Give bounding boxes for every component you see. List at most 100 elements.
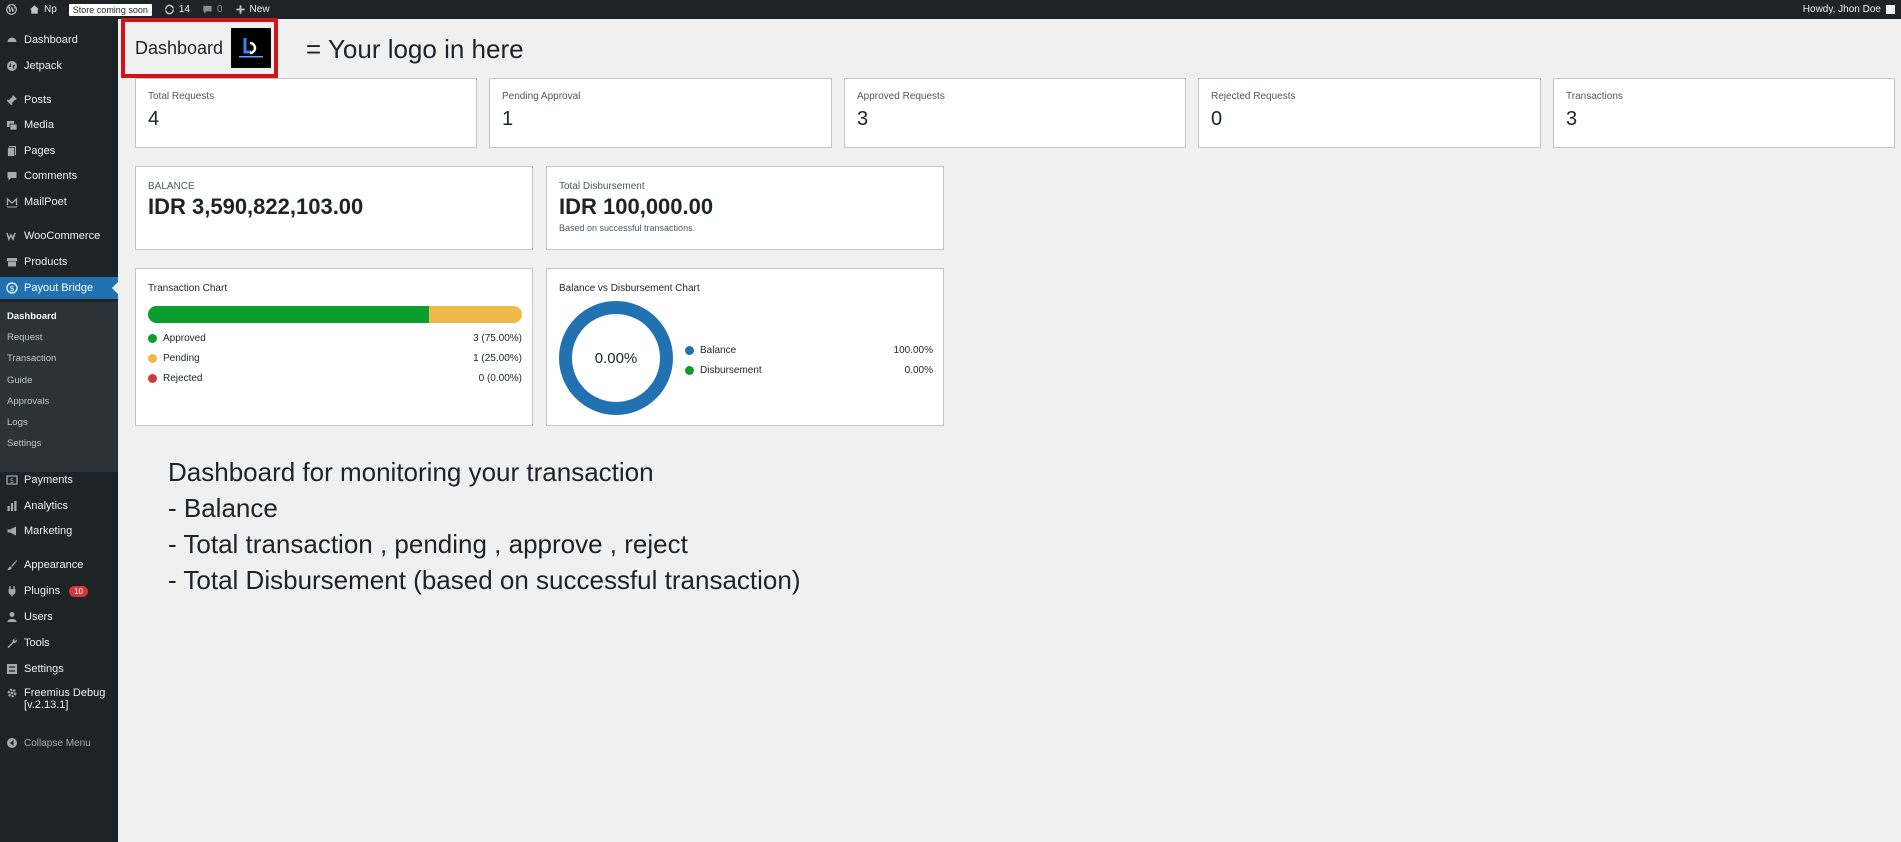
disbursement-label: Total Disbursement	[559, 181, 645, 192]
howdy-text: Howdy, Jhon Doe	[1802, 4, 1881, 15]
balance-card: BALANCE IDR 3,590,822,103.00	[135, 166, 533, 250]
sidebar-item-mailpoet[interactable]: MailPoet	[0, 191, 118, 213]
sidebar-item-label: Payments	[24, 474, 73, 486]
stat-card-approved-requests: Approved Requests 3	[844, 78, 1186, 148]
collapse-icon	[6, 737, 18, 749]
wordpress-icon: W	[6, 4, 17, 15]
sidebar-item-tools[interactable]: Tools	[0, 632, 118, 654]
legend-row-approved: Approved 3 (75.00%)	[148, 333, 522, 344]
plugins-update-badge: 10	[69, 585, 88, 597]
sidebar-item-payout-bridge[interactable]: $ Payout Bridge	[0, 277, 118, 299]
stat-card-transactions: Transactions 3	[1553, 78, 1895, 148]
svg-text:$: $	[10, 477, 14, 485]
sidebar-item-label: Analytics	[24, 500, 69, 512]
sidebar-item-label: Marketing	[24, 525, 73, 537]
stat-card-total-requests: Total Requests 4	[135, 78, 477, 148]
annotation-line: - Total transaction , pending , approve …	[168, 529, 688, 559]
sidebar-item-media[interactable]: Media	[0, 114, 118, 136]
stat-label: Transactions	[1566, 91, 1623, 102]
sidebar-item-marketing[interactable]: Marketing	[0, 520, 118, 542]
gauge-icon	[6, 34, 18, 46]
sidebar-item-label: MailPoet	[24, 196, 67, 208]
wordpress-logo-button[interactable]: W	[0, 0, 23, 19]
sidebar-item-payments[interactable]: $ Payments	[0, 469, 118, 491]
megaphone-icon	[6, 525, 18, 537]
submenu-item-guide[interactable]: Guide	[7, 375, 32, 386]
balance-label: BALANCE	[148, 181, 195, 192]
stat-label: Pending Approval	[502, 91, 581, 102]
gear-icon	[6, 687, 18, 699]
legend-dot-balance	[685, 346, 694, 355]
admin-bar: W Np Store coming soon 14 0 New Howdy, J…	[0, 0, 1901, 19]
sidebar-item-plugins[interactable]: Plugins 10	[0, 580, 118, 602]
wrench-icon	[6, 637, 18, 649]
archive-icon	[6, 256, 18, 268]
sidebar-item-pages[interactable]: Pages	[0, 140, 118, 162]
donut-chart: 0.00%	[559, 301, 673, 415]
updates-link[interactable]: 14	[158, 0, 196, 19]
legend-value: 100.00%	[893, 345, 933, 356]
sidebar-item-jetpack[interactable]: Jetpack	[0, 55, 118, 77]
submenu-item-settings[interactable]: Settings	[7, 438, 41, 449]
avatar	[1886, 5, 1895, 14]
sidebar-item-woocommerce[interactable]: WooCommerce	[0, 225, 118, 247]
submenu-item-dashboard[interactable]: Dashboard	[7, 311, 57, 322]
legend-value: 0.00%	[904, 365, 933, 376]
sidebar-item-dashboard[interactable]: Dashboard	[0, 29, 118, 51]
sidebar-item-settings[interactable]: Settings	[0, 658, 118, 680]
brush-icon	[6, 559, 18, 571]
site-name-link[interactable]: Np	[23, 0, 63, 19]
sidebar-item-posts[interactable]: Posts	[0, 89, 118, 111]
pin-icon	[6, 94, 18, 106]
sidebar-item-label: Media	[24, 119, 54, 131]
mailpoet-icon	[6, 196, 18, 208]
sidebar-item-label: Payout Bridge	[24, 282, 94, 294]
logo-annotation: = Your logo in here	[306, 34, 524, 64]
payments-icon: $	[6, 474, 18, 486]
submenu-item-logs[interactable]: Logs	[7, 417, 28, 428]
store-status-link[interactable]: Store coming soon	[63, 0, 158, 19]
sidebar-item-appearance[interactable]: Appearance	[0, 554, 118, 576]
stat-value: 3	[857, 108, 869, 130]
collapse-menu-button[interactable]: Collapse Menu	[0, 732, 118, 754]
page-icon	[6, 145, 18, 157]
sidebar-item-analytics[interactable]: Analytics	[0, 495, 118, 517]
legend-row-balance: Balance 100.00%	[685, 345, 933, 356]
legend-dot-rejected	[148, 374, 157, 383]
submenu-item-request[interactable]: Request	[7, 332, 42, 343]
comments-count: 0	[216, 4, 223, 15]
sidebar-item-label: Collapse Menu	[24, 737, 91, 749]
sidebar-item-freemius-debug[interactable]: Freemius Debug [v.2.13.1]	[0, 683, 118, 717]
legend-row-rejected: Rejected 0 (0.00%)	[148, 373, 522, 384]
admin-sidebar: Dashboard Jetpack Posts Media Pages Comm…	[0, 19, 118, 842]
disbursement-value: IDR 100,000.00	[559, 194, 714, 219]
sidebar-item-products[interactable]: Products	[0, 251, 118, 273]
sidebar-item-label: Jetpack	[24, 60, 62, 72]
site-name: Np	[44, 4, 57, 15]
annotation-line: - Balance	[168, 493, 278, 523]
submenu-item-approvals[interactable]: Approvals	[7, 396, 49, 407]
updates-icon	[164, 4, 174, 15]
legend-row-pending: Pending 1 (25.00%)	[148, 353, 522, 364]
chart-icon	[6, 500, 18, 512]
sidebar-item-label: Pages	[24, 145, 56, 157]
my-account-link[interactable]: Howdy, Jhon Doe	[1803, 4, 1901, 15]
svg-text:W: W	[7, 6, 16, 14]
legend-label: Approved	[163, 333, 206, 344]
sidebar-item-comments[interactable]: Comments	[0, 165, 118, 187]
stat-value: 1	[502, 108, 514, 130]
brand-logo-icon	[239, 38, 264, 58]
legend-dot-pending	[148, 354, 157, 363]
jetpack-icon	[6, 60, 18, 72]
disbursement-card: Total Disbursement IDR 100,000.00 Based …	[546, 166, 944, 250]
sidebar-item-users[interactable]: Users	[0, 606, 118, 628]
new-content-link[interactable]: New	[229, 0, 276, 19]
comment-icon	[203, 5, 212, 14]
sidebar-item-label: Products	[24, 256, 68, 268]
stat-value: 0	[1211, 108, 1223, 130]
stat-label: Total Requests	[148, 91, 215, 102]
submenu-item-transaction[interactable]: Transaction	[7, 353, 56, 364]
comments-link[interactable]: 0	[196, 0, 229, 19]
stacked-bar-segment-pending	[428, 306, 522, 323]
page-header-highlight: Dashboard	[121, 18, 278, 78]
